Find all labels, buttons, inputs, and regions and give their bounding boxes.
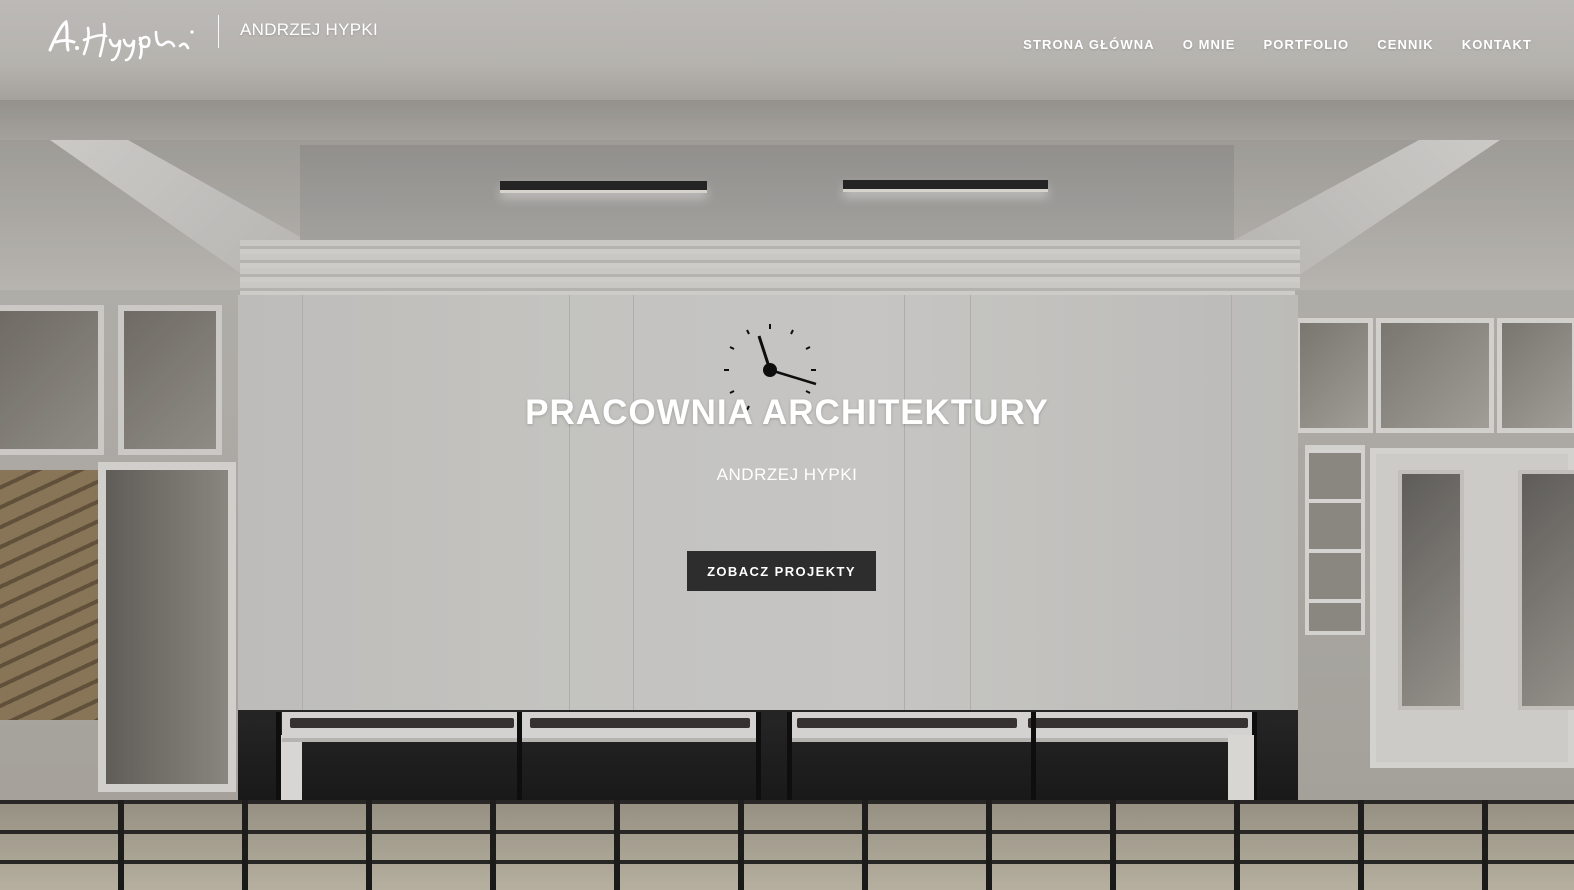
nav-item-about[interactable]: O MNIE: [1169, 37, 1250, 52]
main-navigation: STRONA GŁÓWNA O MNIE PORTFOLIO CENNIK KO…: [1009, 37, 1532, 52]
nav-item-portfolio[interactable]: PORTFOLIO: [1250, 37, 1364, 52]
hero-background-image: [0, 0, 1574, 890]
nav-item-contact[interactable]: KONTAKT: [1448, 37, 1532, 52]
brand-name[interactable]: ANDRZEJ HYPKI: [240, 20, 378, 40]
nav-item-home[interactable]: STRONA GŁÓWNA: [1009, 37, 1169, 52]
brand-divider: [218, 15, 219, 48]
site-header: ANDRZEJ HYPKI STRONA GŁÓWNA O MNIE PORTF…: [0, 0, 1574, 80]
signature-logo-icon[interactable]: [46, 18, 196, 62]
nav-item-pricing[interactable]: CENNIK: [1363, 37, 1447, 52]
see-projects-button[interactable]: ZOBACZ PROJEKTY: [687, 551, 876, 591]
hero-subtitle: ANDRZEJ HYPKI: [716, 465, 858, 484]
hero-title: PRACOWNIA ARCHITEKTURY: [525, 393, 1049, 432]
